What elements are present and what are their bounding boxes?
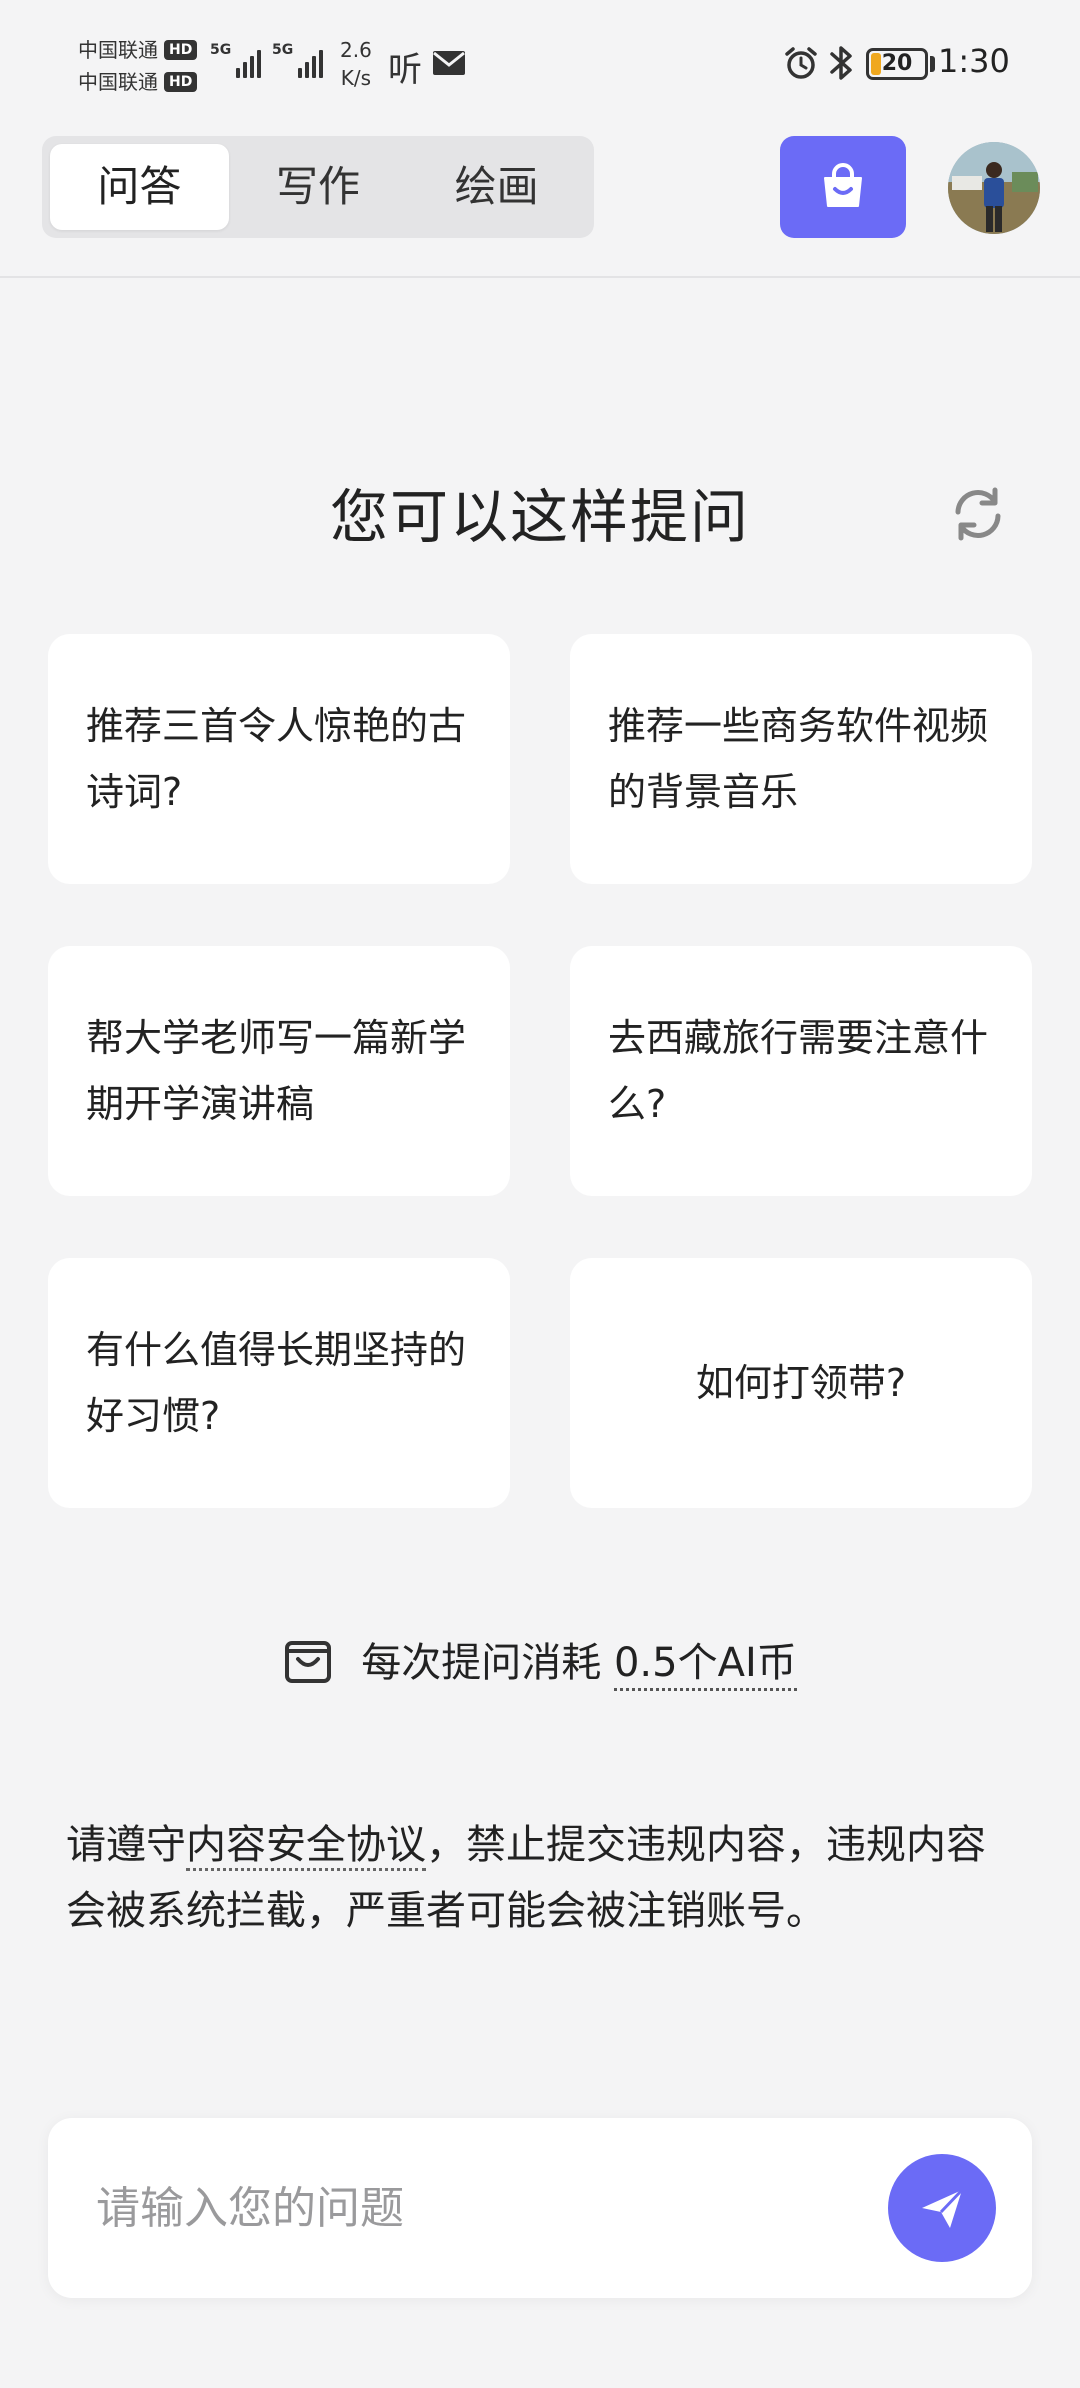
suggestion-text: 如何打领带?	[695, 1361, 907, 1405]
battery-icon: 20	[866, 48, 928, 80]
carrier-name: 中国联通	[78, 38, 158, 62]
hd-badge: HD	[164, 40, 198, 60]
send-button[interactable]	[888, 2154, 996, 2262]
network-speed-value: 2.6	[340, 38, 372, 62]
tab-writing[interactable]: 写作	[229, 144, 408, 230]
status-time: 1:30	[938, 42, 1010, 80]
user-avatar[interactable]	[948, 142, 1040, 234]
suggestion-text: 帮大学老师写一篇新学期开学演讲稿	[86, 1016, 467, 1126]
alarm-icon	[785, 47, 817, 79]
mode-tabs: 问答 写作 绘画	[42, 136, 594, 238]
signal-strength-icon: 5G	[210, 42, 262, 78]
refresh-icon[interactable]	[948, 484, 1008, 544]
shop-button[interactable]	[780, 136, 906, 238]
carrier-info: 中国联通 HD 中国联通 HD	[78, 34, 198, 98]
suggestion-card[interactable]: 如何打领带?	[570, 1258, 1032, 1508]
bluetooth-icon	[830, 46, 852, 80]
carrier-name: 中国联通	[78, 70, 158, 94]
suggestions-title: 您可以这样提问	[329, 483, 750, 551]
content-policy-link[interactable]: 内容安全协议	[186, 1822, 426, 1871]
suggestion-text: 推荐一些商务软件视频的背景音乐	[608, 704, 989, 814]
battery-level: 20	[881, 51, 913, 76]
suggestion-card[interactable]: 帮大学老师写一篇新学期开学演讲稿	[48, 946, 510, 1196]
tab-qa[interactable]: 问答	[50, 144, 229, 230]
ting-app-icon: 听	[388, 50, 422, 90]
suggestion-card[interactable]: 推荐三首令人惊艳的古诗词?	[48, 634, 510, 884]
suggestion-text: 有什么值得长期坚持的好习惯?	[86, 1328, 467, 1438]
avatar-photo	[948, 142, 1040, 234]
header-divider	[0, 276, 1080, 278]
cost-text: 每次提问消耗 0.5个AI币	[361, 1630, 797, 1691]
network-speed-unit: K/s	[340, 66, 372, 90]
mail-icon	[433, 51, 465, 75]
app-screen: 中国联通 HD 中国联通 HD 5G 5G 2.6 K/s 听 20 1:30 …	[0, 0, 1080, 2388]
suggestion-text: 去西藏旅行需要注意什么?	[608, 1016, 989, 1126]
cost-amount[interactable]: 0.5个AI币	[613, 1640, 797, 1691]
suggestion-card[interactable]: 去西藏旅行需要注意什么?	[570, 946, 1032, 1196]
suggestion-card[interactable]: 推荐一些商务软件视频的背景音乐	[570, 634, 1032, 884]
policy-notice: 请遵守内容安全协议，禁止提交违规内容，违规内容会被系统拦截，严重者可能会被注销账…	[66, 1812, 1016, 1944]
send-icon	[922, 2188, 964, 2228]
battery-terminal	[930, 56, 935, 72]
network-speed: 2.6 K/s	[340, 36, 372, 92]
cart-icon	[285, 1641, 332, 1683]
tab-drawing[interactable]: 绘画	[407, 144, 586, 230]
notice-prefix: 请遵守	[66, 1822, 186, 1868]
status-bar: 中国联通 HD 中国联通 HD 5G 5G 2.6 K/s 听 20 1:30	[0, 0, 1080, 130]
cost-prefix: 每次提问消耗	[361, 1640, 602, 1686]
hd-badge: HD	[164, 72, 198, 92]
signal-strength-icon: 5G	[272, 42, 324, 78]
question-input-bar	[48, 2118, 1032, 2298]
suggestion-text: 推荐三首令人惊艳的古诗词?	[86, 704, 467, 814]
question-input[interactable]	[96, 2168, 876, 2248]
cost-info: 每次提问消耗 0.5个AI币	[0, 1630, 1080, 1691]
suggestion-card[interactable]: 有什么值得长期坚持的好习惯?	[48, 1258, 510, 1508]
shopping-bag-icon	[824, 163, 862, 207]
